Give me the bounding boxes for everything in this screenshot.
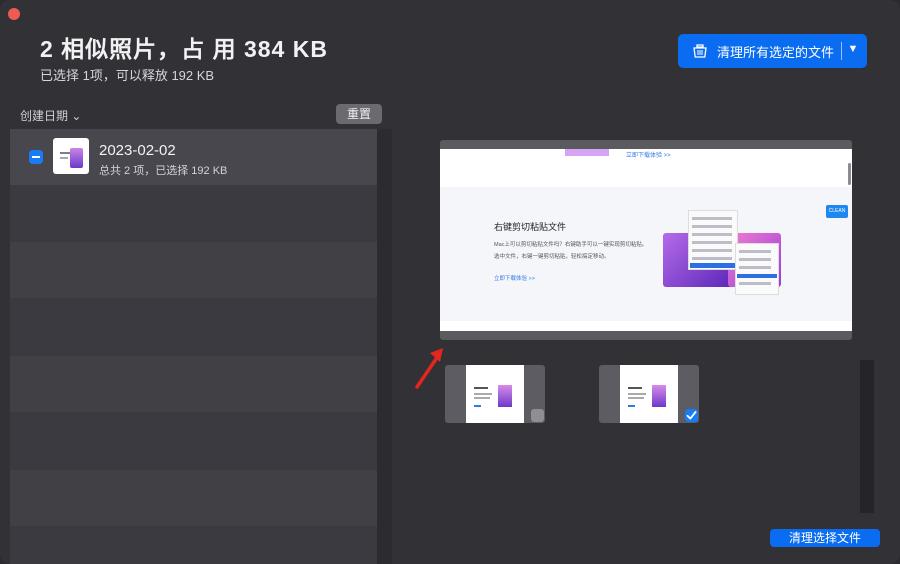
preview-scrollbar [848, 163, 851, 185]
group-list: 2023-02-02 总共 2 项，已选择 192 KB [10, 129, 377, 564]
sort-label: 创建日期 [20, 109, 69, 123]
empty-row [10, 242, 377, 298]
group-row[interactable]: 2023-02-02 总共 2 项，已选择 192 KB [10, 129, 377, 185]
empty-row [10, 356, 377, 412]
preview-tag [565, 149, 609, 156]
split-divider[interactable] [377, 129, 392, 564]
preview-line: 选中文件，右键一键剪切粘贴，轻松搞定移动。 [494, 254, 610, 260]
group-checkbox-partial[interactable] [29, 150, 43, 164]
thumbnail-checkbox-checked[interactable] [685, 409, 698, 422]
close-window-button[interactable] [8, 8, 20, 20]
preview-link: 立即下载体验 >> [494, 276, 535, 282]
red-arrow-annotation-icon [415, 348, 443, 389]
clean-all-selected-button[interactable]: 清理所有选定的文件 ▼ [678, 34, 867, 68]
thumbnail-checkbox-unchecked[interactable] [531, 409, 544, 422]
photo-thumbnail[interactable] [445, 365, 545, 423]
sort-by-date-dropdown[interactable]: 创建日期 ⌄ [20, 107, 81, 124]
preview-top-link: 立即下载体验 >> [626, 153, 671, 159]
chevron-down-icon: ⌄ [71, 109, 82, 123]
clean-selected-files-button[interactable]: 清理选择文件 [770, 529, 880, 547]
app-window: 2 相似照片，占 用 384 KB 已选择 1项，可以释放 192 KB 清理所… [0, 0, 900, 564]
clean-all-label: 清理所有选定的文件 [717, 44, 835, 60]
group-summary: 总共 2 项，已选择 192 KB [99, 165, 228, 177]
selection-summary: 已选择 1项，可以释放 192 KB [40, 68, 215, 83]
preview-submenu [735, 243, 779, 295]
group-date: 2023-02-02 [99, 142, 176, 159]
list-toolbar: 创建日期 ⌄ [0, 98, 392, 128]
photo-thumbnail[interactable] [599, 365, 699, 423]
thumbnail-scrollbar[interactable] [860, 360, 874, 513]
group-thumbnail [53, 138, 89, 174]
reset-button[interactable]: 重置 [336, 104, 382, 124]
preview-line: Mac上可以剪切粘贴文件吗？右键助手可以一键实现剪切粘贴。 [494, 242, 648, 248]
dropdown-caret-icon[interactable]: ▼ [846, 43, 860, 55]
photo-preview: 立即下载体验 >> 右键剪切粘贴文件 Mac上可以剪切粘贴文件吗？右键助手可以一… [440, 149, 852, 331]
preview-context-menu [688, 210, 738, 270]
preview-heading: 右键剪切粘贴文件 [494, 222, 567, 232]
page-title: 2 相似照片，占 用 384 KB [40, 36, 328, 62]
empty-row [10, 470, 377, 526]
button-separator [841, 42, 842, 60]
cleaner-basket-icon [693, 44, 707, 58]
checkmark-icon [686, 411, 697, 420]
preview-badge: CLEAN [826, 205, 848, 218]
